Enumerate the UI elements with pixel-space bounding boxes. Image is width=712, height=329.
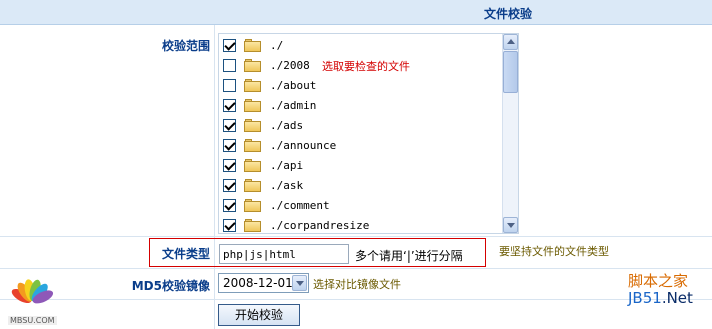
md5-selected-value: 2008-12-01 <box>223 276 293 290</box>
file-list-item[interactable]: ./admin <box>223 95 316 115</box>
scope-label: 校验范围 <box>161 39 210 53</box>
scroll-up-button[interactable] <box>503 34 518 50</box>
file-list-item[interactable]: ./api <box>223 155 303 175</box>
start-verify-button[interactable]: 开始校验 <box>218 304 300 326</box>
file-checkbox[interactable] <box>223 38 236 52</box>
file-name: ./ads <box>270 118 304 132</box>
file-checkbox[interactable] <box>223 218 236 232</box>
md5-mirror-select[interactable]: 2008-12-01 <box>218 273 309 293</box>
divider <box>0 299 712 300</box>
scroll-down-button[interactable] <box>503 217 518 233</box>
divider <box>0 236 712 237</box>
file-name: ./comment <box>270 198 330 212</box>
watermark-left-text: MBSU.COM <box>8 316 57 325</box>
filetype-label: 文件类型 <box>161 247 210 261</box>
file-list-item[interactable]: ./ask <box>223 175 303 195</box>
file-checkbox[interactable] <box>223 198 236 212</box>
file-list-item[interactable]: ./announce <box>223 135 336 155</box>
filetype-input[interactable] <box>219 244 349 264</box>
file-name: ./ask <box>270 178 304 192</box>
file-list-item[interactable]: ./comment <box>223 195 330 215</box>
divider <box>0 268 712 269</box>
folder-icon <box>244 198 262 212</box>
file-checkbox[interactable] <box>223 58 236 72</box>
file-list-item[interactable]: ./2008 <box>223 55 310 75</box>
file-name: ./about <box>270 78 317 92</box>
watermark-net: .Net <box>661 289 693 307</box>
file-name: ./api <box>270 158 304 172</box>
file-name: ./admin <box>270 98 317 112</box>
folder-icon <box>244 78 262 92</box>
watermark-right-line1: 脚本之家 <box>628 272 689 290</box>
folder-icon <box>244 178 262 192</box>
panel-title: 文件校验 <box>484 7 533 21</box>
folder-icon <box>244 38 262 52</box>
panel-header: 文件校验 <box>0 0 712 25</box>
file-checkbox[interactable] <box>223 158 236 172</box>
file-name: ./2008 <box>270 58 310 72</box>
filetype-separator-hint: 多个请用‘|’进行分隔 <box>355 249 463 263</box>
file-name: ./corpandresize <box>270 218 370 232</box>
md5-label: MD5校验镜像 <box>131 279 210 293</box>
scroll-thumb[interactable] <box>503 51 518 93</box>
watermark-jb51: JB51 <box>628 289 662 307</box>
file-checkbox[interactable] <box>223 178 236 192</box>
file-list-item[interactable]: ./about <box>223 75 316 95</box>
column-divider <box>214 25 215 329</box>
folder-icon <box>244 158 262 172</box>
file-checkbox[interactable] <box>223 98 236 112</box>
file-checkbox[interactable] <box>223 138 236 152</box>
file-list-scrollbar[interactable] <box>502 34 518 233</box>
file-checkbox[interactable] <box>223 78 236 92</box>
folder-icon <box>244 138 262 152</box>
file-list-item[interactable]: ./ads <box>223 115 303 135</box>
file-list-item[interactable]: ./ <box>223 35 283 55</box>
watermark-right-line2: JB51.Net <box>628 289 693 307</box>
folder-icon <box>244 58 262 72</box>
file-checkbox[interactable] <box>223 118 236 132</box>
file-list-item[interactable]: ./corpandresize <box>223 215 369 235</box>
scope-hint: 选取要检查的文件 <box>322 60 410 73</box>
chevron-down-icon[interactable] <box>292 275 307 291</box>
flower-logo-icon <box>11 279 54 304</box>
folder-icon <box>244 218 262 232</box>
filetype-note: 要坚持文件的文件类型 <box>499 245 609 258</box>
file-name: ./announce <box>270 138 337 152</box>
folder-icon <box>244 98 262 112</box>
md5-note: 选择对比镜像文件 <box>313 278 401 291</box>
file-name: ./ <box>270 38 284 52</box>
folder-icon <box>244 118 262 132</box>
